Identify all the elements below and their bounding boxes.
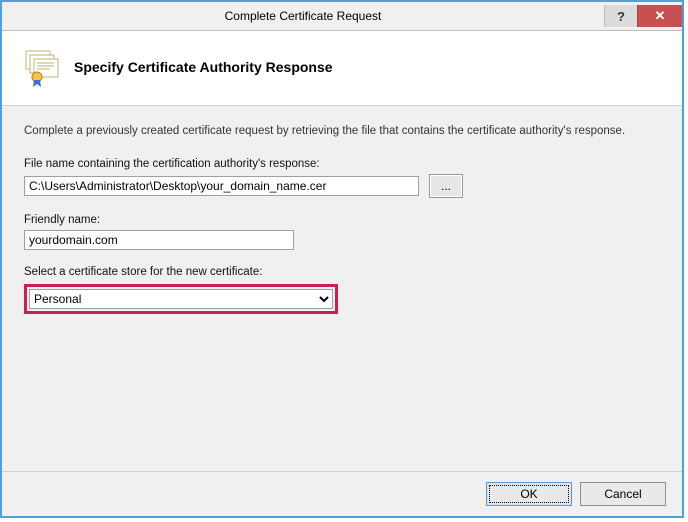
description-text: Complete a previously created certificat…: [24, 124, 644, 140]
dialog-content: Complete a previously created certificat…: [2, 106, 682, 471]
cancel-button[interactable]: Cancel: [580, 482, 666, 506]
cert-store-highlight: Personal: [24, 284, 338, 314]
button-bar: OK Cancel: [2, 471, 682, 516]
dialog-window: Complete Certificate Request ? ✕ Specify…: [0, 0, 684, 518]
title-bar: Complete Certificate Request ? ✕: [2, 2, 682, 31]
file-name-label: File name containing the certification a…: [24, 158, 660, 170]
file-name-input[interactable]: [24, 176, 419, 196]
cert-store-label: Select a certificate store for the new c…: [24, 266, 660, 278]
close-button[interactable]: ✕: [637, 5, 682, 27]
friendly-name-input[interactable]: [24, 230, 294, 250]
page-heading: Specify Certificate Authority Response: [74, 59, 333, 75]
help-button[interactable]: ?: [604, 5, 637, 27]
wizard-header: Specify Certificate Authority Response: [2, 31, 682, 106]
friendly-name-label: Friendly name:: [24, 214, 660, 226]
window-title: Complete Certificate Request: [2, 9, 604, 23]
ok-button[interactable]: OK: [486, 482, 572, 506]
certificate-icon: [20, 47, 60, 87]
cert-store-select[interactable]: Personal: [29, 289, 333, 309]
browse-button[interactable]: ...: [429, 174, 463, 198]
